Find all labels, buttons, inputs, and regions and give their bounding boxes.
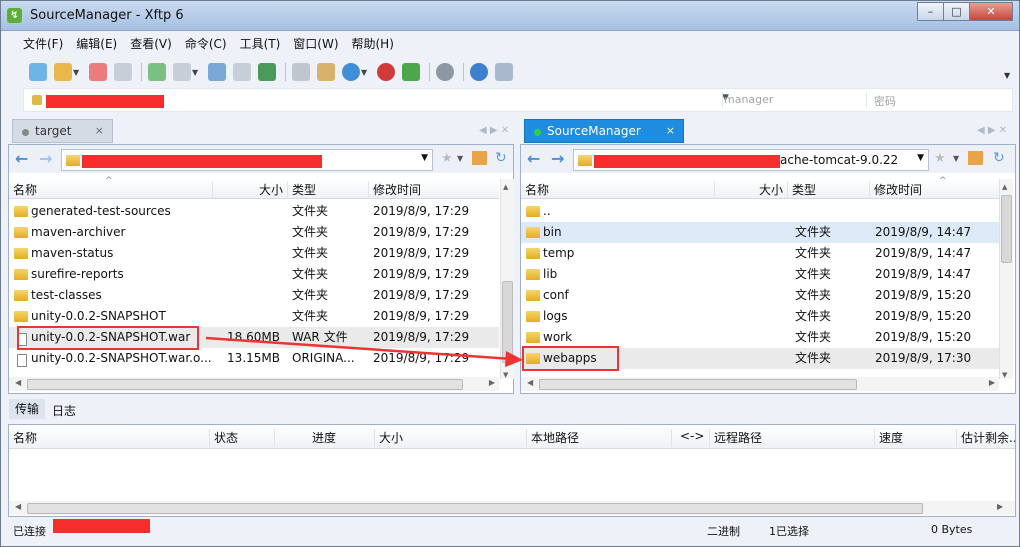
- col-speed[interactable]: 速度: [874, 429, 956, 447]
- col-eta[interactable]: 估计剩余...: [956, 429, 1015, 447]
- status-bytes: 0 Bytes: [931, 523, 973, 536]
- transfer-header: 名称 状态 进度 大小 本地路径 <-> 远程路径 速度 估计剩余...: [9, 425, 1015, 449]
- status-connection: 已连接: [13, 525, 46, 538]
- scroll-right-icon[interactable]: ▶: [997, 502, 1003, 511]
- tab-transfer[interactable]: 传输: [9, 399, 45, 419]
- status-transfer-mode: 二进制: [707, 525, 740, 538]
- col-remote-path[interactable]: 远程路径: [709, 429, 874, 447]
- status-selection: 1已选择: [769, 525, 809, 538]
- app-window: ↯ SourceManager - Xftp 6 – □ ✕ 文件(F) 编辑(…: [0, 0, 1020, 547]
- redacted-host: [53, 519, 150, 533]
- scrollbar-thumb[interactable]: [27, 503, 923, 514]
- horizontal-scrollbar[interactable]: ◀ ▶: [9, 501, 1015, 515]
- col-direction[interactable]: <->: [671, 429, 709, 447]
- transfer-pane: 名称 状态 进度 大小 本地路径 <-> 远程路径 速度 估计剩余... ◀ ▶: [8, 424, 1016, 517]
- col-progress[interactable]: 进度: [274, 429, 374, 447]
- scroll-left-icon[interactable]: ◀: [15, 502, 21, 511]
- status-bar: 已连接 二进制 1已选择 0 Bytes: [1, 518, 1019, 546]
- col-local-path[interactable]: 本地路径: [526, 429, 671, 447]
- col-size[interactable]: 大小: [374, 429, 526, 447]
- tab-log[interactable]: 日志: [52, 402, 76, 419]
- col-name[interactable]: 名称: [9, 429, 209, 447]
- col-status[interactable]: 状态: [209, 429, 274, 447]
